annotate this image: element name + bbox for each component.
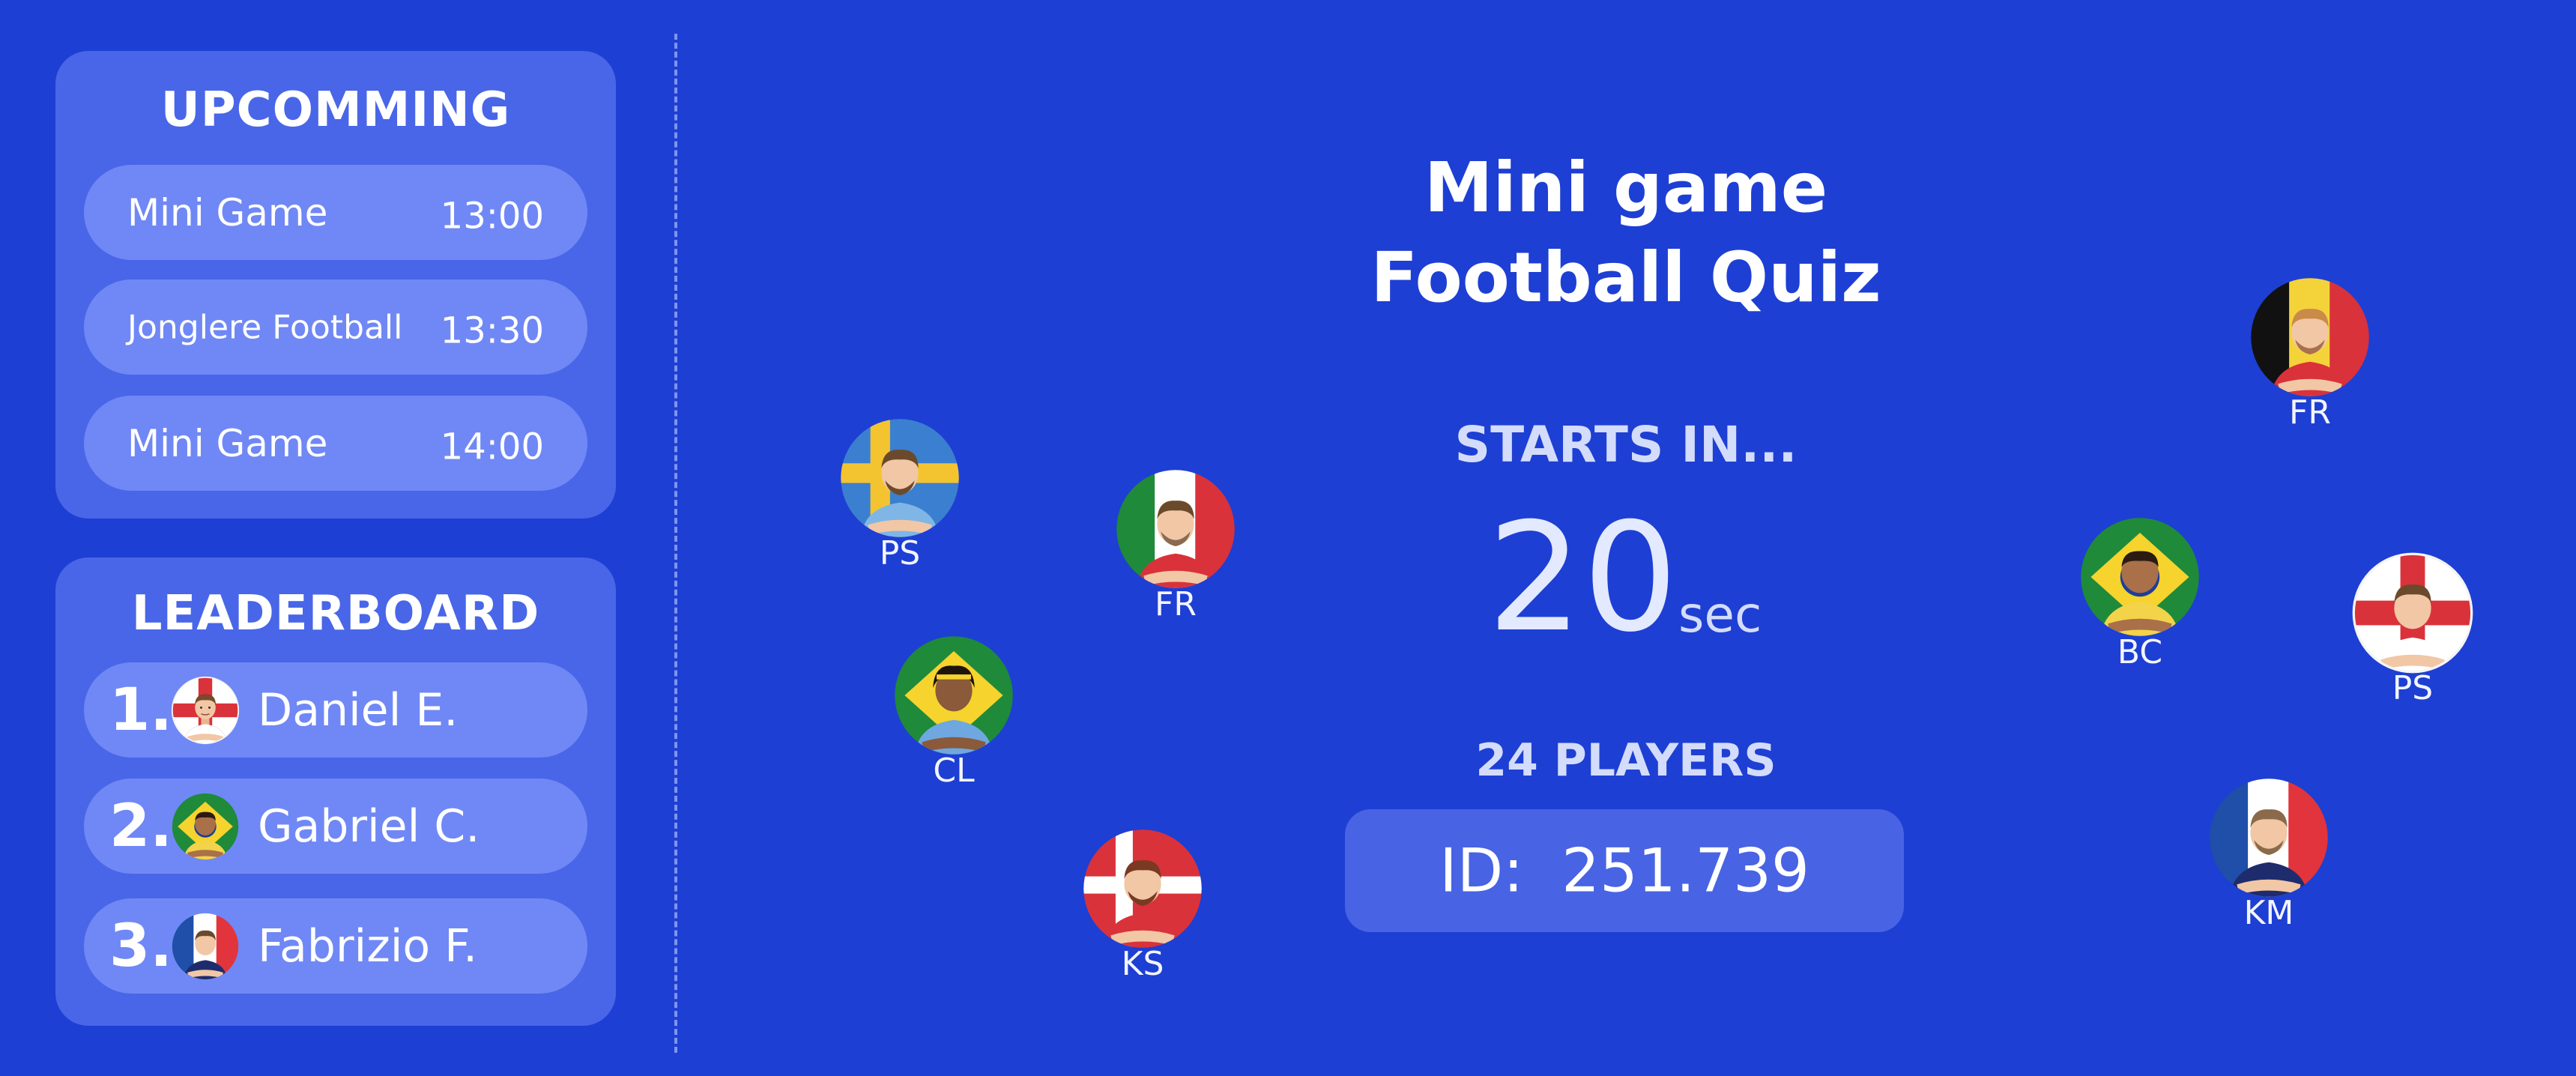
leaderboard-rank: 1.	[109, 676, 172, 744]
screen: UPCOMMING Mini Game 13:00 Jonglere Footb…	[0, 0, 2576, 1076]
upcoming-item-name: Mini Game	[127, 421, 328, 465]
panel-divider	[674, 34, 677, 1053]
player-avatar-france-icon	[172, 913, 239, 979]
player-token: KM	[2205, 776, 2332, 932]
player-token: PS	[836, 417, 964, 572]
upcoming-item-time: 14:00	[440, 425, 544, 468]
player-avatar-denmark-icon	[1083, 829, 1202, 948]
upcoming-item-time: 13:00	[440, 194, 544, 237]
player-initials: PS	[2392, 669, 2434, 707]
player-avatar-brazil-icon	[172, 793, 239, 859]
game-id-box: ID: 251.739	[1345, 809, 1904, 932]
upcoming-item-time: 13:30	[440, 309, 544, 351]
upcoming-panel: UPCOMMING Mini Game 13:00 Jonglere Footb…	[55, 51, 616, 519]
upcoming-title: UPCOMMING	[160, 82, 511, 138]
player-token: CL	[890, 634, 1018, 790]
upcoming-item-name: Jonglere Football	[127, 308, 403, 346]
player-token: PS	[2349, 551, 2476, 707]
game-id: ID: 251.739	[1345, 836, 1904, 906]
player-avatar-england-icon	[171, 676, 240, 744]
leaderboard-name: Fabrizio F.	[258, 919, 478, 973]
players-count: 24 PLAYERS	[1475, 734, 1777, 787]
leaderboard-name: Gabriel C.	[258, 800, 480, 853]
player-token: KS	[1079, 827, 1206, 983]
leaderboard-rank: 3.	[109, 912, 172, 980]
player-avatar-brazil-icon	[2081, 518, 2199, 636]
player-initials: FR	[1155, 585, 1197, 623]
leaderboard-row[interactable]: 2. Gabriel C.	[84, 779, 587, 874]
player-avatar-brazil-icon	[895, 636, 1013, 755]
player-initials: KS	[1121, 945, 1164, 983]
game-title: Mini game	[1424, 148, 1828, 228]
leaderboard-row[interactable]: 3. Fabrizio F.	[84, 898, 587, 994]
player-avatar-belgium-icon	[2251, 278, 2369, 396]
player-initials: PS	[879, 534, 921, 572]
player-token: FR	[1112, 468, 1239, 623]
player-initials: BC	[2117, 633, 2163, 671]
leaderboard-name: Daniel E.	[258, 683, 459, 737]
player-avatar-england-icon	[2352, 552, 2473, 674]
player-avatar-france-icon	[2210, 779, 2328, 897]
leaderboard-title: LEADERBOARD	[131, 586, 540, 641]
player-initials: FR	[2289, 393, 2331, 432]
countdown-value: 20	[1487, 491, 1678, 665]
player-token: BC	[2076, 516, 2204, 671]
leaderboard-rank: 2.	[109, 792, 172, 860]
leaderboard-panel: LEADERBOARD 1. Daniel E. 2. Gabriel C. 3…	[55, 557, 616, 1026]
player-token: FR	[2246, 276, 2374, 432]
upcoming-item[interactable]: Mini Game 13:00	[84, 165, 587, 260]
countdown-unit: sec	[1678, 586, 1762, 644]
player-initials: KM	[2243, 894, 2294, 932]
upcoming-item-name: Mini Game	[127, 190, 328, 235]
player-initials: CL	[933, 752, 975, 790]
leaderboard-row[interactable]: 1. Daniel E.	[84, 662, 587, 758]
upcoming-item[interactable]: Mini Game 14:00	[84, 396, 587, 491]
game-id-value: 251.739	[1561, 835, 1809, 906]
player-avatar-sweden-icon	[841, 419, 959, 537]
upcoming-item[interactable]: Jonglere Football 13:30	[84, 279, 587, 375]
game-subtitle: Football Quiz	[1370, 238, 1881, 318]
starts-in-label: STARTS IN...	[1454, 416, 1798, 474]
game-id-label: ID:	[1439, 835, 1524, 906]
player-avatar-italy-icon	[1116, 470, 1235, 588]
